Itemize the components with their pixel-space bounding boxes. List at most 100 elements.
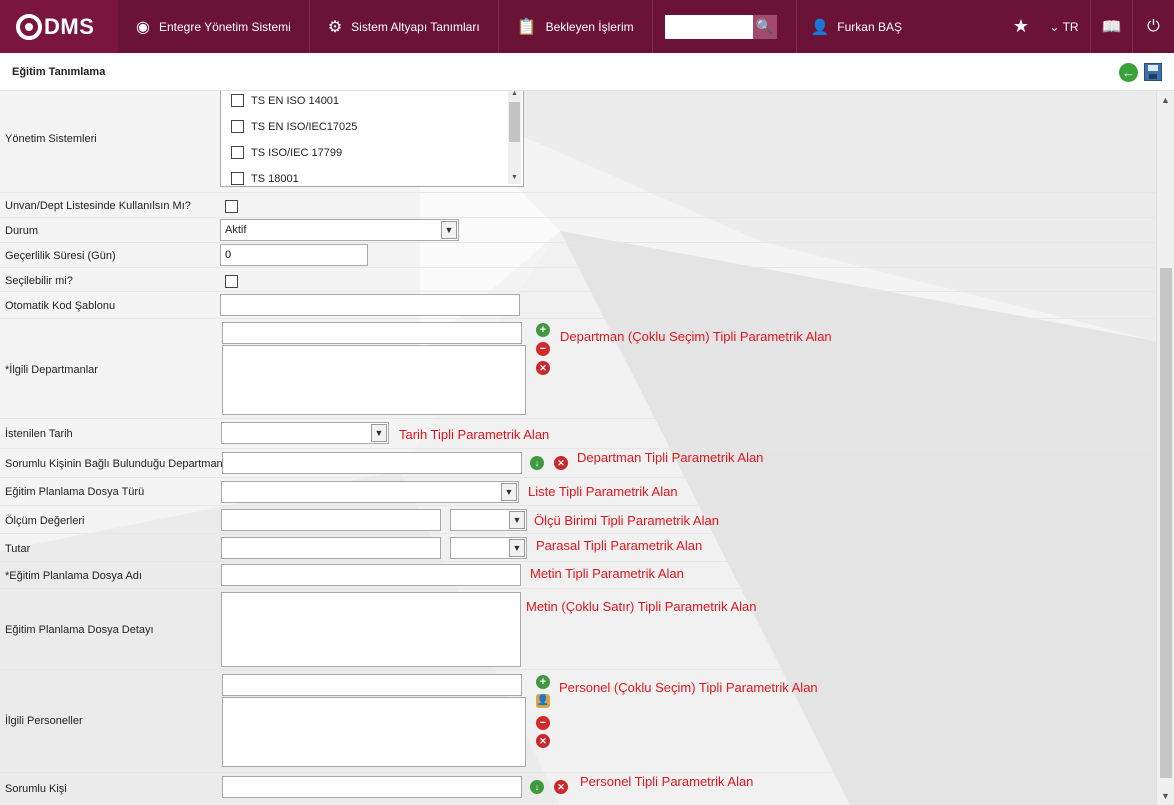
language-selector[interactable]: ⌄ TR [1038,20,1090,34]
yonetim-sistemleri-listbox[interactable]: TS EN ISO 14001 TS EN ISO/IEC17025 TS IS… [220,91,524,187]
user-name: Furkan BAŞ [837,19,902,34]
annotation-tarih: Tarih Tipli Parametrik Alan [399,427,550,442]
label-sorumlu-kisi: Sorumlu Kişi [5,783,67,795]
option-label: TS EN ISO/IEC17025 [251,120,358,133]
label-secilebilir: Seçilebilir mi? [5,275,73,287]
add-user-icon[interactable]: 👤 [536,694,550,708]
label-dosya-turu: Eğitim Planlama Dosya Türü [5,486,145,498]
listbox-scrollbar[interactable]: ▲ ▼ [508,91,521,184]
dosya-detayi-textarea[interactable] [221,592,521,667]
nav-bekleyen-islerim[interactable]: 📋 Bekleyen İşlerim [499,0,653,53]
scroll-up-icon[interactable]: ▲ [1157,95,1174,105]
unvan-dept-checkbox[interactable] [225,200,238,213]
chevron-down-icon: ⌄ [1049,19,1060,34]
nav-label: Sistem Altyapı Tanımları [351,19,480,34]
power-icon[interactable]: ⏻ [1132,0,1174,53]
annotation-departman: Departman Tipli Parametrik Alan [577,450,764,465]
nav-sistem-altyapi[interactable]: ⚙ Sistem Altyapı Tanımları [310,0,499,53]
row-dosya-detayi: Eğitim Planlama Dosya Detayı Metin (Çokl… [0,589,1156,670]
olcu-birimi-select[interactable]: ▼ [450,509,527,531]
row-tutar: Tutar ▼ Parasal Tipli Parametrik Alan [0,534,1156,562]
secilebilir-checkbox[interactable] [225,275,238,288]
user-menu[interactable]: 👤 Furkan BAŞ [795,0,916,53]
row-ilgili-personeller: İlgili Personeller + 👤 − ✕ Personel (Çok… [0,670,1156,773]
label-olcum: Ölçüm Değerleri [5,515,85,527]
chevron-down-icon: ▼ [509,539,525,557]
remove-icon[interactable]: − [536,716,550,730]
page-scrollbar[interactable]: ▲ ▼ [1156,91,1174,805]
scroll-thumb[interactable] [509,102,520,142]
add-icon[interactable]: + [536,323,550,337]
select-down-icon[interactable]: ↓ [530,780,544,794]
annotation-liste: Liste Tipli Parametrik Alan [528,484,678,499]
tutar-input[interactable] [221,537,441,559]
checkbox[interactable] [231,146,244,159]
user-icon: 👤 [810,18,830,36]
scroll-down-icon[interactable]: ▼ [508,174,521,184]
back-arrow-icon[interactable]: ← [1119,63,1138,82]
select-down-icon[interactable]: ↓ [530,456,544,470]
label-dosya-detayi: Eğitim Planlama Dosya Detayı [5,624,154,636]
departman-search-input[interactable] [222,322,522,344]
add-icon[interactable]: + [536,675,550,689]
nav-label: Entegre Yönetim Sistemi [158,19,291,34]
sorumlu-kisi-input[interactable] [222,776,522,798]
istenilen-tarih-picker[interactable]: ▼ [221,422,389,444]
scroll-up-icon[interactable]: ▲ [508,91,521,100]
gecerlilik-input[interactable] [220,244,368,266]
remove-icon[interactable]: − [536,342,550,356]
top-navigation-bar: DMS ◉ Entegre Yönetim Sistemi ⚙ Sistem A… [0,0,1174,53]
label-istenilen-tarih: İstenilen Tarih [5,428,73,440]
dms-logo[interactable]: DMS [0,0,118,53]
list-item[interactable]: TS EN ISO 14001 [231,94,339,107]
save-disk-icon[interactable] [1144,63,1162,81]
label-unvan-dept: Unvan/Dept Listesinde Kullanılsın Mı? [5,200,191,212]
option-label: TS EN ISO 14001 [251,94,340,107]
row-olcum: Ölçüm Değerleri ▼ Ölçü Birimi Tipli Para… [0,506,1156,534]
para-birimi-select[interactable]: ▼ [450,537,527,559]
clipboard-icon: 📋 [516,18,537,36]
language-code: TR [1062,19,1079,34]
row-secilebilir: Seçilebilir mi? [0,268,1156,292]
logo-q-icon [16,13,42,40]
durum-select[interactable]: Aktif ▼ [220,219,459,241]
gear-icon: ⚙ [327,18,343,36]
form-content: Yönetim Sistemleri TS EN ISO 14001 TS EN… [0,91,1156,805]
scroll-thumb[interactable] [1160,268,1172,778]
personeller-list[interactable] [222,697,526,767]
row-dosya-turu: Eğitim Planlama Dosya Türü ▼ Liste Tipli… [0,478,1156,506]
sorumlu-departman-input[interactable] [222,452,522,474]
page-title: Eğitim Tanımlama [12,65,106,78]
list-item[interactable]: TS EN ISO/IEC17025 [231,120,357,133]
search-input[interactable] [664,14,753,39]
departmanlar-list[interactable] [222,345,526,415]
scroll-down-icon[interactable]: ▼ [1157,791,1174,801]
dosya-turu-select[interactable]: ▼ [221,481,519,503]
clear-icon[interactable]: ✕ [554,780,568,794]
annotation-metin: Metin Tipli Parametrik Alan [530,566,684,581]
clear-icon[interactable]: ✕ [536,361,550,375]
label-ilgili-departmanlar: *İlgili Departmanlar [5,364,98,376]
search-button[interactable]: 🔍 [752,14,777,39]
label-durum: Durum [5,225,39,237]
otomatik-kod-input[interactable] [220,294,520,316]
olcum-input[interactable] [221,509,441,531]
label-dosya-adi: *Eğitim Planlama Dosya Adı [5,570,142,582]
checkbox[interactable] [231,120,244,133]
checkbox[interactable] [231,94,244,107]
checkbox[interactable] [231,172,244,185]
favorites-star-icon[interactable]: ★ [1004,16,1038,37]
list-item[interactable]: TS 18001 [231,172,299,185]
clear-icon[interactable]: ✕ [536,734,550,748]
list-item[interactable]: TS ISO/IEC 17799 [231,146,342,159]
personel-search-input[interactable] [222,674,522,696]
label-otomatik-kod: Otomatik Kod Şablonu [5,300,116,312]
dosya-adi-input[interactable] [221,564,521,586]
durum-value: Aktif [225,224,247,236]
row-otomatik-kod: Otomatik Kod Şablonu [0,292,1156,319]
help-book-icon[interactable]: 📖 [1090,0,1132,53]
row-sorumlu-kisi: Sorumlu Kişi ↓ ✕ Personel Tipli Parametr… [0,773,1156,805]
row-dosya-adi: *Eğitim Planlama Dosya Adı Metin Tipli P… [0,562,1156,589]
nav-entegre-yonetim[interactable]: ◉ Entegre Yönetim Sistemi [118,0,310,53]
clear-icon[interactable]: ✕ [554,456,568,470]
